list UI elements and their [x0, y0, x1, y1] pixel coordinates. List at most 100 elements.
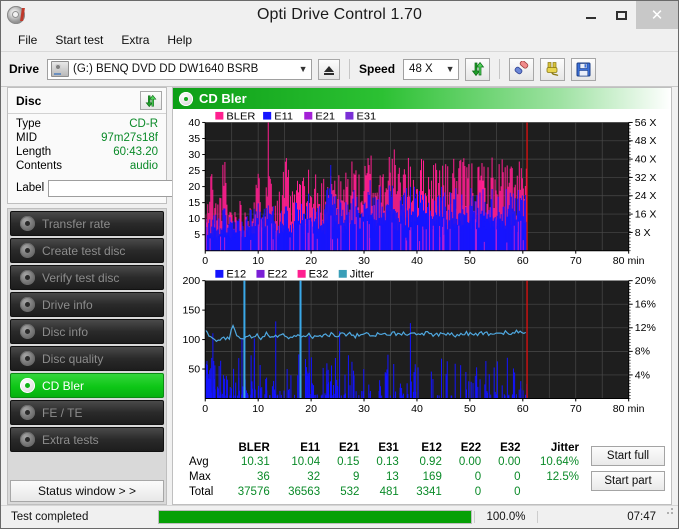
- drive-toolbar: Drive (G:) BENQ DVD DD DW1640 BSRB ▼ Spe…: [1, 52, 678, 87]
- disc-icon: [179, 91, 193, 106]
- svg-text:40 X: 40 X: [635, 155, 657, 166]
- sidebar-item-label: CD Bler: [42, 378, 85, 393]
- cell-max-e31: 13: [386, 471, 399, 483]
- sidebar-item-label: Drive info: [42, 297, 93, 312]
- disc-icon: [20, 432, 35, 447]
- disc-row-length: Length 60:43.20: [16, 145, 158, 159]
- disc-row-mid: MID 97m27s18f: [16, 131, 158, 145]
- status-window-button[interactable]: Status window > >: [10, 480, 164, 502]
- e12-jitter-chart[interactable]: E12 E22 E32 Jitter 50 100 150 200 4% 8% 12% 16% 20% 0…: [175, 268, 669, 416]
- toolbar-divider: [499, 59, 501, 79]
- disc-row-key: MID: [16, 132, 38, 144]
- table-row: Total 37576 36563 532 481 3341 0 0: [177, 485, 585, 500]
- svg-text:30: 30: [358, 404, 370, 415]
- svg-text:40: 40: [188, 118, 200, 129]
- drive-select-value: (G:) BENQ DVD DD DW1640 BSRB: [73, 63, 259, 75]
- svg-text:200: 200: [183, 276, 201, 287]
- cell-avg-jitter: 10.64%: [539, 456, 579, 468]
- svg-text:24 X: 24 X: [635, 191, 657, 202]
- svg-text:5: 5: [194, 230, 200, 241]
- sidebar-item-disc-quality[interactable]: Disc quality: [10, 346, 164, 371]
- disc-refresh-button[interactable]: [140, 91, 162, 110]
- app-icon: [7, 6, 25, 24]
- eraser-icon: [514, 61, 529, 75]
- cell-avg-bler: 10.31: [240, 456, 270, 468]
- svg-text:16 X: 16 X: [635, 210, 657, 221]
- eject-button[interactable]: [318, 58, 341, 80]
- eject-icon: [324, 66, 335, 75]
- svg-text:16%: 16%: [635, 300, 656, 311]
- refresh-button[interactable]: [465, 57, 491, 81]
- svg-text:20: 20: [188, 182, 200, 193]
- plug-button[interactable]: [540, 57, 566, 81]
- cell-max-e11: 32: [307, 471, 321, 483]
- start-part-button[interactable]: Start part: [591, 471, 665, 491]
- svg-text:40: 40: [411, 404, 423, 415]
- sidebar-item-fe-te[interactable]: FE / TE: [10, 400, 164, 425]
- sidebar-item-cd-bler[interactable]: CD Bler: [10, 373, 164, 398]
- disc-row-key: Length: [16, 146, 52, 158]
- disc-row-contents: Contents audio: [16, 159, 158, 173]
- disc-icon: [20, 243, 35, 258]
- column-header-e32: E32: [500, 442, 521, 454]
- cell-total-e32: 0: [514, 486, 521, 498]
- svg-text:E11: E11: [274, 111, 293, 123]
- svg-text:10: 10: [188, 214, 200, 225]
- svg-text:50: 50: [188, 365, 200, 376]
- menu-item-help[interactable]: Help: [158, 31, 201, 49]
- svg-text:100: 100: [183, 335, 201, 346]
- chevron-down-icon: ▼: [445, 63, 455, 74]
- cell-total-e31: 481: [379, 486, 399, 498]
- statistics-table: BLER E11 E21 E31 E12 E22 E32 Jitter Avg: [177, 442, 585, 500]
- menu-item-extra[interactable]: Extra: [112, 31, 158, 49]
- disc-panel-title: Disc: [16, 93, 42, 108]
- svg-text:0: 0: [202, 256, 208, 267]
- sidebar-item-drive-info[interactable]: Drive info: [10, 292, 164, 317]
- svg-text:E21: E21: [315, 111, 335, 123]
- sidebar-item-disc-info[interactable]: Disc info: [10, 319, 164, 344]
- sidebar-item-extra-tests[interactable]: Extra tests: [10, 427, 164, 452]
- cell-total-jitter: [527, 485, 585, 500]
- cell-max-e22: 0: [474, 471, 482, 483]
- menu-item-start-test[interactable]: Start test: [46, 31, 112, 49]
- svg-text:20: 20: [305, 404, 317, 415]
- progress-bar-fill: [159, 511, 471, 523]
- svg-text:30: 30: [188, 150, 200, 161]
- bler-chart[interactable]: BLER E11 E21 E31 5 10 15 20 25 30 35 40 8 X 16 X 24 X 3…: [175, 110, 669, 268]
- cell-max-e12: 169: [422, 471, 442, 483]
- erase-button[interactable]: [509, 57, 535, 81]
- charts-container: BLER E11 E21 E31 5 10 15 20 25 30 35 40 8 X 16 X 24 X 3…: [173, 109, 671, 440]
- menu-item-file[interactable]: File: [9, 31, 46, 49]
- svg-text:50: 50: [464, 256, 476, 267]
- save-button[interactable]: [571, 57, 597, 81]
- main-panel-header: CD Bler: [173, 88, 671, 109]
- svg-text:Jitter: Jitter: [350, 269, 374, 281]
- svg-text:56 X: 56 X: [635, 118, 657, 129]
- minimize-button[interactable]: [576, 1, 606, 29]
- svg-text:10: 10: [252, 404, 264, 415]
- svg-text:150: 150: [183, 306, 201, 317]
- progress-percent: 100.0%: [474, 511, 537, 523]
- close-button[interactable]: ✕: [636, 1, 678, 29]
- cell-avg-e12: 0.92: [419, 456, 442, 468]
- svg-text:35: 35: [188, 134, 200, 145]
- column-header-e31: E31: [378, 442, 399, 454]
- svg-text:80 min: 80 min: [613, 256, 645, 267]
- test-nav-list: Transfer rate Create test disc Verify te…: [7, 208, 167, 505]
- disc-panel-header: Disc: [8, 88, 166, 114]
- speed-select[interactable]: 48 X ▼: [403, 58, 460, 80]
- svg-text:20: 20: [305, 256, 317, 267]
- sidebar-item-create-test-disc[interactable]: Create test disc: [10, 238, 164, 263]
- drive-select[interactable]: (G:) BENQ DVD DD DW1640 BSRB ▼: [47, 58, 313, 80]
- disc-row-value: 97m27s18f: [101, 132, 158, 144]
- svg-text:BLER: BLER: [226, 111, 255, 123]
- maximize-button[interactable]: [606, 1, 636, 29]
- disc-row-type: Type CD-R: [16, 117, 158, 131]
- sidebar-item-transfer-rate[interactable]: Transfer rate: [10, 211, 164, 236]
- sidebar-item-verify-test-disc[interactable]: Verify test disc: [10, 265, 164, 290]
- row-label-max: Max: [189, 471, 211, 483]
- svg-text:E22: E22: [268, 269, 288, 281]
- disc-icon: [20, 270, 35, 285]
- start-full-button[interactable]: Start full: [591, 446, 665, 466]
- svg-text:E12: E12: [226, 269, 246, 281]
